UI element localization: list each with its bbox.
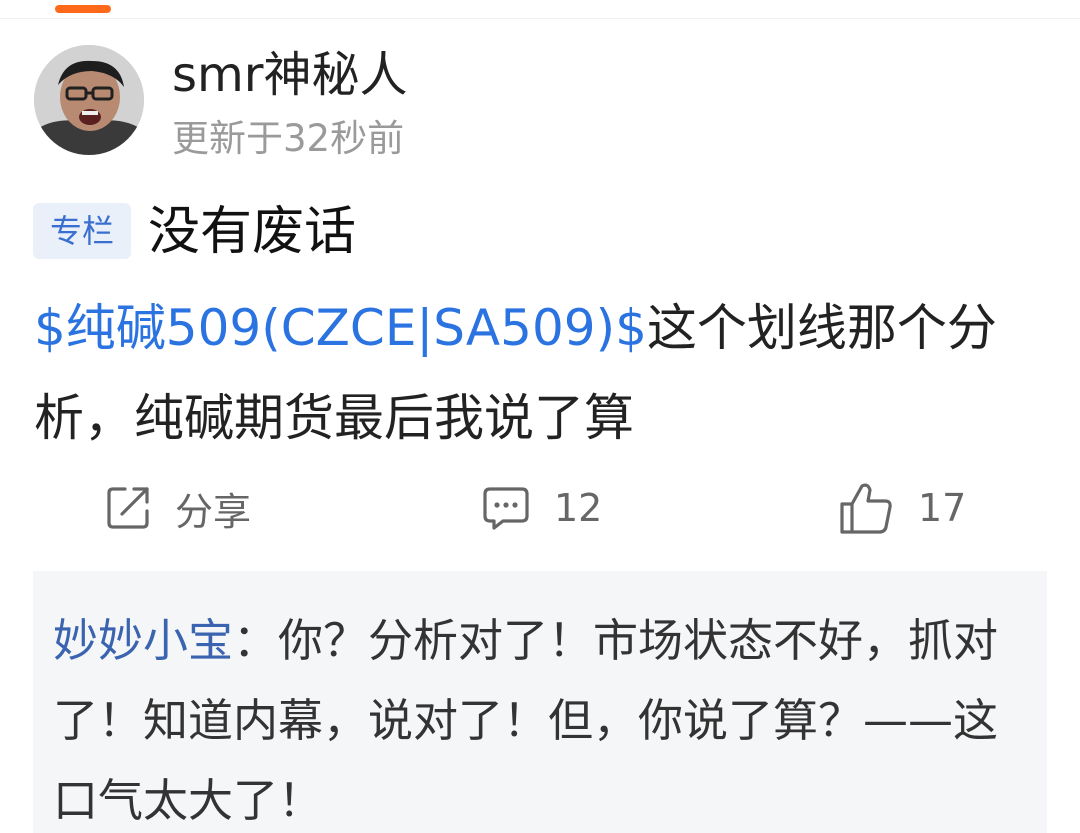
comment-button[interactable]: 12 — [482, 480, 602, 536]
comment-preview[interactable]: 妙妙小宝：你？分析对了！市场状态不好，抓对了！知道内幕，说对了！但，你说了算？—… — [33, 571, 1047, 833]
update-time: 更新于32秒前 — [172, 117, 405, 160]
tab-indicator — [55, 5, 111, 13]
author-name[interactable]: smr神秘人 — [172, 44, 408, 106]
share-icon — [105, 485, 151, 531]
top-divider — [0, 18, 1080, 19]
thumbs-up-icon — [838, 480, 894, 536]
comment-icon — [482, 485, 530, 531]
column-badge: 专栏 — [33, 203, 131, 259]
share-button[interactable]: 分享 — [105, 480, 251, 536]
author-avatar[interactable] — [34, 45, 144, 155]
post-title: 没有废话 — [148, 202, 357, 262]
avatar-image — [34, 45, 144, 155]
comment-text-block: 妙妙小宝：你？分析对了！市场状态不好，抓对了！知道内幕，说对了！但，你说了算？—… — [53, 601, 1013, 833]
commenter-name[interactable]: 妙妙小宝 — [53, 614, 233, 667]
post-page: smr神秘人 更新于32秒前 专栏 没有废话 $纯碱509(CZCE|SA509… — [0, 0, 1080, 833]
post-body: $纯碱509(CZCE|SA509)$这个划线那个分析，纯碱期货最后我说了算 — [34, 283, 1044, 463]
comment-count: 12 — [554, 486, 603, 530]
share-label: 分享 — [175, 489, 252, 534]
stock-link[interactable]: $纯碱509(CZCE|SA509)$ — [34, 299, 647, 357]
like-button[interactable]: 17 — [838, 480, 966, 536]
like-count: 17 — [918, 486, 967, 530]
